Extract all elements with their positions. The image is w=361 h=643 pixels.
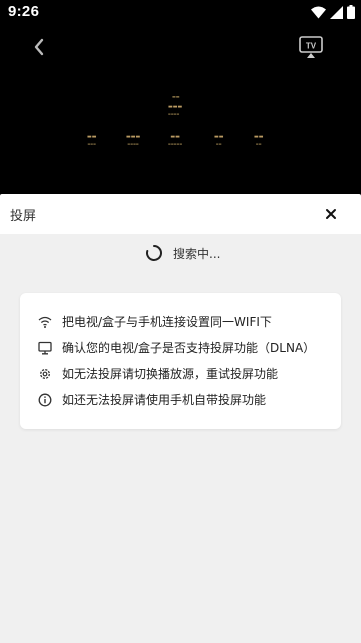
credit-main-sub-mark: ▬▬▬▬	[168, 112, 180, 116]
searching-indicator: 搜索中...	[145, 244, 220, 262]
cast-sheet-header: 投屏	[0, 194, 361, 234]
tip-row: 如还无法投屏请使用手机自带投屏功能	[38, 391, 266, 408]
tip-text: 把电视/盒子与手机连接设置同一WIFI下	[62, 315, 272, 329]
credit-column: ▬▬ ▬▬	[254, 134, 264, 146]
close-icon	[326, 209, 336, 219]
tip-row: 把电视/盒子与手机连接设置同一WIFI下	[38, 313, 272, 330]
searching-text: 搜索中...	[173, 246, 221, 261]
status-time: 9:26	[8, 3, 40, 20]
tip-row: 如无法投屏请切换播放源，重试投屏功能	[38, 365, 278, 382]
tips-card: 把电视/盒子与手机连接设置同一WIFI下 确认您的电视/盒子是否支持投屏功能（D…	[20, 293, 341, 429]
gear-icon	[40, 368, 50, 379]
tip-text: 确认您的电视/盒子是否支持投屏功能（DLNA）	[62, 341, 316, 355]
signal-icon	[330, 5, 343, 19]
credit-main-mark: ▬▬▬	[168, 104, 183, 110]
status-icons	[311, 5, 355, 19]
back-button[interactable]	[28, 36, 50, 58]
credit-column: ▬▬ ▬▬▬	[87, 134, 97, 146]
cast-button[interactable]: TV	[298, 34, 324, 60]
info-icon	[38, 393, 52, 406]
wifi-icon	[38, 316, 52, 328]
tip-row: 确认您的电视/盒子是否支持投屏功能（DLNA）	[38, 339, 315, 356]
chevron-left-icon	[34, 38, 44, 56]
cast-tv-icon: TV	[299, 36, 323, 58]
video-frame-credits: ▬▬ ▬▬▬ ▬▬▬▬ ▬▬ ▬▬▬ ▬▬▬ ▬▬▬▬ ▬▬ ▬▬▬▬▬ ▬▬ ▬▬ ▬…	[0, 90, 361, 160]
credit-column: ▬▬ ▬▬	[214, 134, 224, 146]
tip-text: 如无法投屏请切换播放源，重试投屏功能	[62, 367, 279, 381]
monitor-icon	[38, 341, 52, 354]
close-button[interactable]	[324, 206, 338, 220]
spinner-icon	[146, 245, 162, 261]
cast-sheet-body: 搜索中... 把电视/盒子与手机连接设置同一WIFI下 确认您的电视/盒子是否支…	[0, 234, 361, 643]
credit-mark: ▬▬	[172, 94, 180, 99]
status-bar: 9:26	[0, 0, 361, 26]
sheet-title: 投屏	[10, 209, 37, 224]
credit-column: ▬▬▬▬▬▬▬	[126, 134, 141, 146]
video-player[interactable]: TV ▬▬ ▬▬▬ ▬▬▬▬ ▬▬ ▬▬▬ ▬▬▬ ▬▬▬▬ ▬▬ ▬▬▬▬▬ ▬▬ ▬…	[0, 26, 361, 194]
tip-text: 如还无法投屏请使用手机自带投屏功能	[62, 393, 267, 407]
wifi-icon	[311, 6, 326, 18]
tv-icon-label: TV	[306, 42, 317, 51]
credit-column: ▬▬▬▬▬▬▬	[168, 134, 183, 146]
battery-icon	[347, 5, 355, 19]
